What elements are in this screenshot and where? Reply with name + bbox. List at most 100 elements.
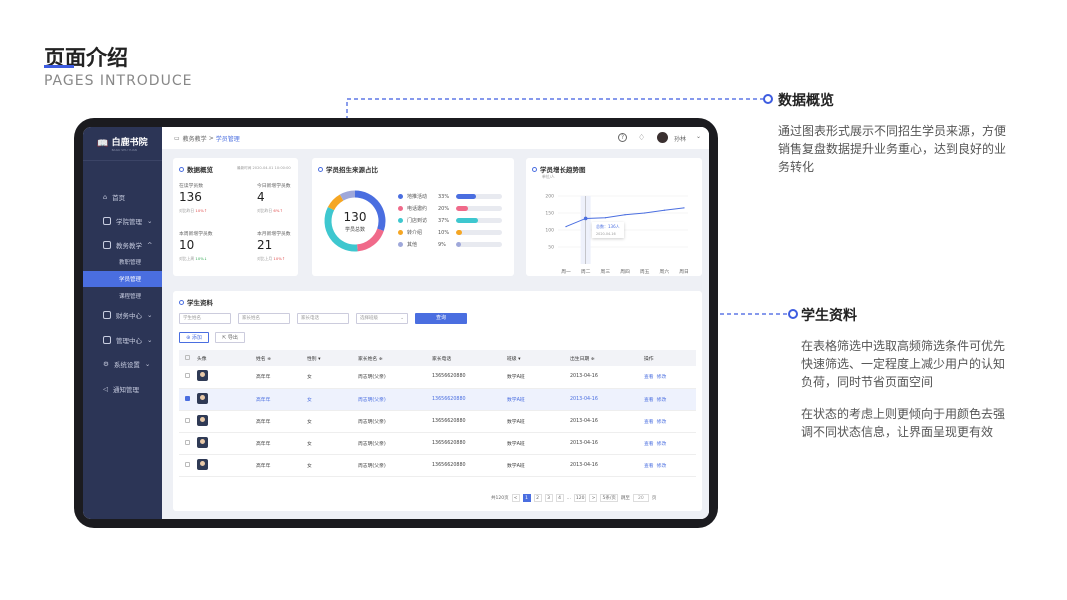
row-checkbox[interactable]: [185, 417, 190, 423]
bell-icon[interactable]: ♢: [638, 133, 645, 142]
x-tick-label: 周一: [561, 269, 571, 274]
row-checkbox[interactable]: [185, 373, 190, 379]
annotation-text-overview: 通过图表形式展示不同招生学员来源，方便销售复盘数据提升业务重心，达到良好的业务转…: [778, 124, 1007, 174]
sidebar-item-teaching[interactable]: 教务教学 ^: [83, 237, 162, 253]
breadcrumb-parent[interactable]: 教务教学: [183, 134, 207, 143]
sidebar-item-school[interactable]: 学院管理 ⌄: [83, 213, 162, 229]
help-icon[interactable]: ?: [618, 133, 627, 142]
sidebar-item-finance[interactable]: 财务中心 ⌄: [83, 307, 162, 323]
select-all-checkbox[interactable]: [185, 354, 190, 360]
source-title: 学员招生来源占比: [326, 166, 378, 174]
edit-link[interactable]: 修改: [657, 420, 667, 425]
column-header[interactable]: 家长姓名 ≑: [358, 350, 432, 366]
table-row[interactable]: 高年年女周志明(父亲) 13656620880 数学A班 2013-04-16 查看 修…: [179, 366, 696, 389]
legend-label: 地推活动: [407, 194, 428, 200]
students-table-body: 高年年女周志明(父亲) 13656620880 数学A班 2013-04-16 查看 修…: [179, 366, 696, 477]
table-row[interactable]: 高年年女周志明(父亲) 13656620880 数学A班 2013-04-16 查看 修…: [179, 388, 696, 411]
sidebar-item-home[interactable]: ⌂ 首页: [83, 189, 162, 205]
page-button[interactable]: 1: [522, 494, 531, 502]
sidebar-item-manage[interactable]: 管理中心 ⌄: [83, 332, 162, 348]
column-header[interactable]: 班级 ▾: [507, 350, 570, 366]
sidebar-item-label: 系统设置: [113, 361, 140, 369]
trend-point: [624, 214, 626, 216]
export-button[interactable]: ⇱ 导出: [215, 332, 245, 343]
edit-link[interactable]: 修改: [657, 464, 667, 469]
section-dot-icon: [179, 166, 184, 172]
edit-link[interactable]: 修改: [657, 398, 667, 403]
column-header[interactable]: 姓名 ≑: [256, 350, 307, 366]
class-select[interactable]: 选择班级 ⌄: [356, 313, 408, 324]
donut-total-label: 学员总数: [344, 227, 365, 233]
prev-page-button[interactable]: <: [511, 494, 520, 502]
row-checkbox[interactable]: [185, 461, 190, 467]
cell-class: 数学A班: [507, 366, 570, 389]
parent-name-input[interactable]: 家长姓名: [238, 313, 290, 324]
legend-bar-fill: [456, 206, 468, 211]
legend-percent: 37%: [438, 217, 450, 224]
table-row[interactable]: 高年年女周志明(父亲) 13656620880 数学A班 2013-04-16 查看 修…: [179, 432, 696, 455]
trend-point: [604, 217, 606, 219]
view-link[interactable]: 查看: [644, 375, 654, 380]
cell-birth: 2013-04-16: [570, 410, 644, 433]
add-button[interactable]: ⊕ 添加: [179, 332, 209, 343]
pagination: 共120页 < 1 2 3 4 ... 120 > 5条/页 跳至 20 页: [491, 494, 656, 502]
row-checkbox[interactable]: [185, 439, 190, 445]
section-dot-icon: [179, 299, 184, 305]
arrow-up-icon: ↑: [279, 208, 283, 213]
parent-phone-input[interactable]: 家长电话: [297, 313, 349, 324]
page-button[interactable]: 4: [555, 494, 564, 502]
chevron-down-icon: ⌄: [147, 311, 153, 319]
stat-compare: 对比昨日: [257, 208, 273, 213]
student-name-input[interactable]: 学生姓名: [179, 313, 231, 324]
avatar: [197, 392, 208, 404]
user-name[interactable]: 孙林: [674, 134, 686, 143]
avatar: [197, 436, 208, 448]
page-button[interactable]: 120: [573, 494, 587, 502]
sidebar: 📖 白鹿书院 BAILU SHU YUAN ⌂ 首页 学院管理 ⌄ 教务教学 ^ 教职管…: [83, 127, 162, 519]
annotation-marker-overview: [763, 94, 773, 104]
legend-bar: [456, 218, 502, 223]
avatar[interactable]: [657, 132, 668, 143]
sidebar-item-notice[interactable]: ◁ 通知管理: [83, 381, 162, 397]
table-row[interactable]: 高年年女周志明(父亲) 13656620880 数学A班 2013-04-16 查看 修…: [179, 410, 696, 433]
class-select-value: 选择班级: [360, 316, 378, 321]
page-button[interactable]: 2: [533, 494, 542, 502]
row-checkbox[interactable]: [185, 395, 190, 401]
legend-percent: 9%: [438, 241, 446, 248]
legend-item: 地推活动 33%: [398, 193, 508, 200]
edit-link[interactable]: 修改: [657, 375, 667, 380]
edit-link[interactable]: 修改: [657, 442, 667, 447]
students-title: 学生资料: [187, 299, 213, 307]
breadcrumb-current: 学员管理: [215, 135, 240, 143]
stat-label: 本周新增学员数: [179, 232, 213, 237]
view-link[interactable]: 查看: [644, 420, 654, 425]
book-icon: 📖: [97, 138, 109, 149]
search-button[interactable]: 查询: [415, 313, 467, 324]
table-row[interactable]: 高年年女周志明(父亲) 13656620880 数学A班 2013-04-16 查看 修…: [179, 454, 696, 477]
chevron-down-icon[interactable]: ⌄: [696, 133, 701, 140]
sidebar-subitem-students[interactable]: 学员管理: [83, 271, 162, 287]
folder-icon: ▭: [174, 134, 180, 142]
view-link[interactable]: 查看: [644, 398, 654, 403]
legend-item: 电话邀约 20%: [398, 205, 508, 212]
sidebar-item-settings[interactable]: ⚙ 系统设置 ⌄: [83, 356, 162, 372]
legend-bar: [456, 206, 502, 211]
sidebar-subitem-staff[interactable]: 教职管理: [83, 254, 162, 270]
view-link[interactable]: 查看: [644, 442, 654, 447]
cell-birth: 2013-04-16: [570, 388, 644, 411]
next-page-button[interactable]: >: [589, 494, 598, 502]
sidebar-subitem-courses[interactable]: 课程管理: [83, 288, 162, 304]
column-header[interactable]: 出生日期 ≑: [570, 350, 644, 366]
view-link[interactable]: 查看: [644, 464, 654, 469]
cell-name: 高年年: [256, 366, 307, 389]
page-button[interactable]: 3: [544, 494, 553, 502]
chevron-down-icon: ⌄: [144, 360, 151, 368]
arrow-down-icon: ↓: [203, 256, 208, 261]
x-tick-label: 周五: [640, 269, 650, 274]
stat-percent: 10%: [273, 256, 282, 261]
building-icon: [103, 217, 111, 225]
page-size-select[interactable]: 5条/页: [600, 494, 618, 502]
jump-input[interactable]: 20: [632, 494, 649, 502]
donut-total-value: 130: [343, 210, 367, 224]
column-header[interactable]: 性别 ▾: [307, 350, 358, 366]
